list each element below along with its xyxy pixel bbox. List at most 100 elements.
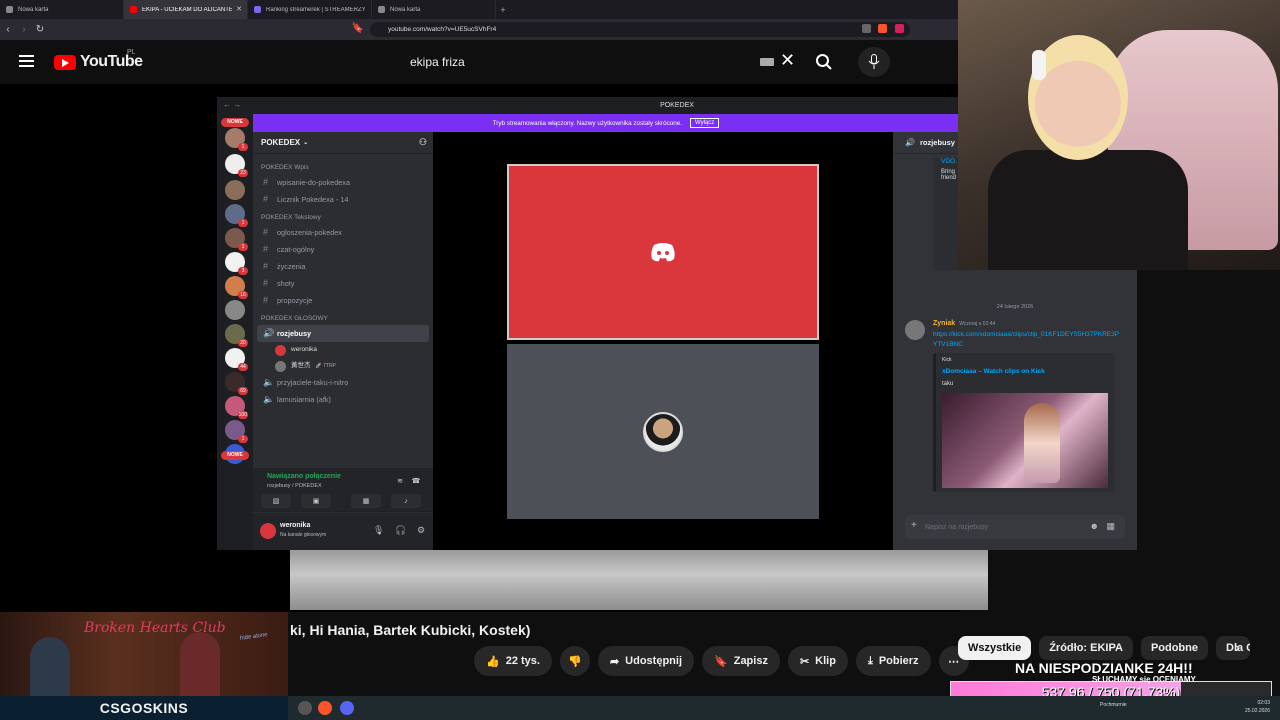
clip-button[interactable]: ✂ Klip (787, 646, 848, 676)
reload-icon[interactable]: ↻ (32, 24, 48, 35)
disable-streamer-mode-button[interactable]: Wyłącz (690, 118, 720, 128)
thumb-up-icon: 👍 (486, 655, 500, 668)
microphone-icon[interactable]: 🎙 (373, 525, 384, 536)
hash-icon: # (263, 177, 269, 187)
chip-all[interactable]: Wszystkie (958, 636, 1032, 660)
channel-item[interactable]: # życzenia (253, 258, 433, 275)
discord-icon[interactable] (340, 701, 354, 715)
server-icon[interactable]: 44 (225, 348, 248, 371)
date-divider: 24 lutego 2026 (996, 304, 1034, 310)
browser-tab[interactable]: Ranking streamerek | STREAMERZY.pl (248, 0, 372, 19)
gear-icon[interactable]: ⚙ (417, 525, 425, 536)
participant-tile[interactable] (507, 344, 819, 519)
back-icon[interactable]: ← → (223, 100, 241, 109)
voice-search-button[interactable] (858, 47, 890, 77)
plus-icon[interactable]: + (911, 520, 917, 531)
server-icon[interactable]: 100 (225, 396, 248, 419)
screen-share-icon[interactable]: ▣ (301, 494, 331, 508)
message-link[interactable]: https://kick.com/xdomciaaa/clips/clip_01… (933, 330, 1123, 350)
sponsor-banner: CSGOSKINS (0, 696, 288, 720)
server-icon[interactable]: 1 (225, 420, 248, 443)
download-button[interactable]: ⤓ Pobierz (855, 646, 931, 676)
system-clock[interactable]: 02:03 25.02.2026 (1245, 699, 1270, 715)
embed-image[interactable] (942, 393, 1108, 488)
save-button[interactable]: 🔖 Zapisz (702, 646, 780, 676)
chip-source[interactable]: Źródło: EKIPA (1039, 636, 1133, 660)
voice-status: Nawiązano połączenie (267, 473, 341, 480)
category-header[interactable]: POKEDEX GŁOSOWY (253, 313, 433, 325)
app-icon[interactable] (298, 701, 312, 715)
server-icon[interactable]: 16 (225, 276, 248, 299)
new-tab-button[interactable]: + (496, 5, 510, 15)
guild-header[interactable]: POKEDEX ⌄ ⚇ (253, 132, 433, 154)
category-header[interactable]: POKEDEX Tekstowy (253, 212, 433, 224)
apps-icon[interactable]: ▦ (1106, 521, 1115, 532)
clock-date: 25.02.2026 (1244, 708, 1270, 714)
dislike-button[interactable]: 👎 (559, 646, 590, 676)
server-icon[interactable] (225, 300, 245, 320)
emoji-icon[interactable]: ☻ (1090, 521, 1099, 531)
channel-list: POKEDEX ⌄ ⚇ POKEDEX Wpis # wpisanie-do-pok… (253, 132, 433, 550)
server-icon[interactable] (225, 180, 245, 200)
category-header[interactable]: POKEDEX Wpis (253, 162, 433, 174)
browser-tab[interactable]: Nowa karta (372, 0, 496, 19)
menu-icon[interactable] (19, 55, 34, 67)
noise-suppression-icon[interactable]: ≋ (393, 474, 407, 488)
soundboard-icon[interactable]: ♪ (391, 494, 421, 508)
embed-title[interactable]: xDomciaaa – Watch clips on Kick (942, 368, 1109, 375)
headphones-icon[interactable]: 🎧 (395, 525, 406, 536)
invite-icon[interactable]: ⚇ (419, 137, 427, 148)
keyboard-icon[interactable] (760, 58, 774, 66)
browser-tab-active[interactable]: EKIPA - UCIEKAM DO ALICANTE ✕ (124, 0, 248, 19)
activities-icon[interactable]: ▦ (351, 494, 381, 508)
channel-item[interactable]: # propozycje (253, 292, 433, 309)
brave-shield-icon[interactable] (878, 24, 887, 33)
share-icon: ➦ (609, 655, 620, 668)
server-icon[interactable]: 20 (225, 324, 248, 347)
search-button[interactable] (807, 48, 841, 76)
rewards-icon[interactable] (895, 24, 904, 33)
avatar[interactable] (905, 320, 925, 340)
channel-item[interactable]: # shoty (253, 275, 433, 292)
voice-member[interactable]: weronika (253, 342, 433, 358)
participant-tile[interactable] (507, 164, 819, 340)
url-bar[interactable]: youtube.com/watch?v=UE5ucSVhFr4 (370, 22, 910, 37)
voice-member[interactable]: 黃世杰 🚀 7TRP (253, 358, 433, 374)
channel-item[interactable]: # wpisanie-do-pokedexa (253, 174, 433, 191)
channel-item[interactable]: 🔈 przyjaciele-taku-i-nitro (253, 374, 433, 391)
camera-off-icon[interactable]: ▧ (261, 494, 291, 508)
browser-tab[interactable]: Nowa karta (0, 0, 124, 19)
server-icon[interactable]: 1 (225, 228, 248, 251)
server-icon[interactable]: 69 (225, 372, 248, 395)
search-input[interactable]: ekipa friza (398, 48, 804, 76)
chevron-down-icon: ⌄ (303, 140, 309, 146)
streamer-mode-banner: Tryb streamowania włączony. Nazwy użytko… (253, 114, 959, 132)
chip-related[interactable]: Podobne (1140, 636, 1208, 660)
chevron-right-icon[interactable]: › (1235, 639, 1240, 655)
extension-icon[interactable] (862, 24, 871, 33)
server-icon[interactable]: 3 (225, 252, 248, 275)
chat-input[interactable]: + Napisz na rozjebusy ☻ ▦ (905, 515, 1125, 539)
channel-item[interactable]: # ogloszenia-pokedex (253, 224, 433, 241)
clear-search-icon[interactable]: ✕ (780, 50, 795, 71)
server-icon[interactable]: 1 (225, 204, 248, 227)
brave-icon[interactable] (318, 701, 332, 715)
hash-icon: # (263, 295, 269, 305)
share-button[interactable]: ➦ Udostępnij (597, 646, 695, 676)
youtube-icon (130, 6, 137, 13)
close-icon[interactable]: ✕ (236, 5, 242, 13)
server-icon[interactable]: 23 (225, 154, 248, 177)
voice-channel-active[interactable]: 🔊 rozjebusy (257, 325, 429, 342)
message-author[interactable]: Zyniak Wczoraj o 02:44 (933, 320, 995, 327)
avatar[interactable] (260, 523, 276, 539)
channel-item[interactable]: # czat-ogólny (253, 241, 433, 258)
like-button[interactable]: 👍 22 tys. (474, 646, 552, 676)
server-icon[interactable]: 1 (225, 128, 248, 151)
disconnect-icon[interactable]: ☎ (409, 474, 423, 488)
channel-item[interactable]: 🔈 lamusiarnia (afk) (253, 391, 433, 408)
forward-icon[interactable]: › (16, 24, 32, 35)
back-icon[interactable]: ‹ (0, 24, 16, 35)
bookmark-icon[interactable]: 🔖 (350, 23, 366, 34)
chip-for-you[interactable]: Dla C (1216, 636, 1250, 660)
channel-item[interactable]: # Licznik Pokedexa - 14 (253, 191, 433, 208)
